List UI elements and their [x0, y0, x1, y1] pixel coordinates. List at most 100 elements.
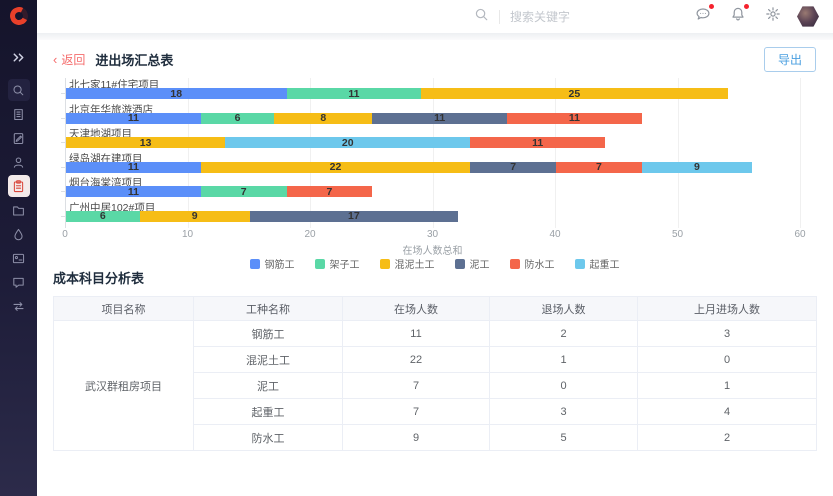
sidebar-item-transfer[interactable]: [8, 295, 30, 317]
table-cell: 4: [638, 399, 817, 425]
table-head: 项目名称工种名称在场人数退场人数上月进场人数: [54, 297, 817, 321]
bar-segment-防水工[interactable]: 11: [507, 113, 642, 124]
bar-segment-泥工[interactable]: 7: [470, 162, 556, 173]
bar-segment-架子工[interactable]: 7: [201, 186, 287, 197]
settings-button[interactable]: [765, 6, 781, 27]
bell-icon: [730, 6, 746, 22]
chart-gridline: [310, 78, 311, 228]
bar-segment-架子工[interactable]: 6: [201, 113, 275, 124]
legend-item-泥工[interactable]: 泥工: [455, 256, 490, 271]
sidebar-item-folder[interactable]: [8, 199, 30, 221]
topbar: [37, 0, 833, 33]
chart-bar: 1122779: [66, 162, 752, 173]
table-cell: 11: [343, 321, 490, 347]
bar-segment-钢筋工[interactable]: 11: [66, 113, 201, 124]
legend-swatch: [250, 259, 260, 269]
chart-category-tick: [61, 191, 65, 192]
bar-segment-泥工[interactable]: 11: [372, 113, 507, 124]
drop-icon: [11, 227, 26, 242]
document-edit-icon: [11, 131, 26, 146]
legend-item-架子工[interactable]: 架子工: [315, 256, 360, 271]
sidebar-item-drop[interactable]: [8, 223, 30, 245]
bar-segment-防水工[interactable]: 11: [470, 137, 605, 148]
sidebar-item-card[interactable]: [8, 247, 30, 269]
user-avatar[interactable]: [797, 6, 819, 28]
messages-button[interactable]: [695, 6, 711, 27]
chart-bar: 132011: [66, 137, 605, 148]
bar-segment-混泥土工[interactable]: 22: [201, 162, 471, 173]
sidebar-item-clipboard[interactable]: [8, 175, 30, 197]
table-header-cell: 退场人数: [490, 297, 638, 321]
x-tick-label: 60: [794, 229, 805, 240]
sidebar-menu: [8, 79, 30, 319]
x-tick-label: 50: [672, 229, 683, 240]
legend-label: 混泥土工: [395, 256, 435, 271]
sidebar-item-user[interactable]: [8, 151, 30, 173]
bar-segment-混泥土工[interactable]: 25: [421, 88, 727, 99]
back-button[interactable]: ‹ 返回: [53, 51, 85, 68]
table-body: 武汉群租房项目钢筋工1123混泥土工2210泥工701起重工734防水工952: [54, 321, 817, 451]
page-header: ‹ 返回 进出场汇总表 导出: [53, 48, 816, 70]
chart-x-axis-label: 在场人数总和: [65, 242, 800, 257]
bar-segment-架子工[interactable]: 6: [66, 211, 140, 222]
x-tick-label: 40: [549, 229, 560, 240]
table-cell: 防水工: [194, 425, 343, 451]
bar-segment-起重工[interactable]: 9: [642, 162, 752, 173]
project-name-cell: 武汉群租房项目: [54, 321, 194, 451]
legend-swatch: [575, 259, 585, 269]
legend-label: 防水工: [525, 256, 555, 271]
table-header-row: 项目名称工种名称在场人数退场人数上月进场人数: [54, 297, 817, 321]
legend-item-起重工[interactable]: 起重工: [575, 256, 620, 271]
message-bubble-icon: [695, 6, 711, 22]
bar-segment-钢筋工[interactable]: 11: [66, 162, 201, 173]
table-cell: 1: [638, 373, 817, 399]
table-header-cell: 项目名称: [54, 297, 194, 321]
chart-legend: 钢筋工 架子工 混泥土工 泥工 防水工 起重工: [53, 256, 816, 271]
notifications-button[interactable]: [730, 6, 746, 27]
topbar-icons: [676, 6, 819, 28]
bar-segment-起重工[interactable]: 20: [225, 137, 470, 148]
legend-label: 泥工: [470, 256, 490, 271]
chevron-left-icon: ‹: [53, 53, 57, 66]
bar-segment-架子工[interactable]: 11: [287, 88, 422, 99]
legend-item-钢筋工[interactable]: 钢筋工: [250, 256, 295, 271]
bar-segment-混泥土工[interactable]: 9: [140, 211, 250, 222]
building-icon: [11, 107, 26, 122]
chart-category-tick: [61, 167, 65, 168]
legend-label: 钢筋工: [265, 256, 295, 271]
legend-swatch: [455, 259, 465, 269]
x-tick-label: 20: [304, 229, 315, 240]
search-input[interactable]: [510, 10, 620, 24]
chat-icon: [11, 275, 26, 290]
table-cell: 0: [490, 373, 638, 399]
bar-segment-防水工[interactable]: 7: [287, 186, 373, 197]
bar-segment-钢筋工[interactable]: 11: [66, 186, 201, 197]
legend-item-防水工[interactable]: 防水工: [510, 256, 555, 271]
table-header-cell: 上月进场人数: [638, 297, 817, 321]
sidebar-item-document-edit[interactable]: [8, 127, 30, 149]
bar-segment-防水工[interactable]: 7: [556, 162, 642, 173]
x-tick-label: 10: [182, 229, 193, 240]
sidebar-item-building[interactable]: [8, 103, 30, 125]
table-cell: 混泥土工: [194, 347, 343, 373]
table-cell: 起重工: [194, 399, 343, 425]
sidebar-item-search[interactable]: [8, 79, 30, 101]
chart-category-tick: [61, 118, 65, 119]
bar-segment-混泥土工[interactable]: 8: [274, 113, 372, 124]
bar-segment-钢筋工[interactable]: 18: [66, 88, 287, 99]
chart-bar: 6917: [66, 211, 458, 222]
sidebar-collapse-button[interactable]: [11, 50, 26, 65]
chart-category-tick: [61, 216, 65, 217]
table-cell: 2: [638, 425, 817, 451]
chart-y-axis-line: [65, 78, 66, 228]
legend-item-混泥土工[interactable]: 混泥土工: [380, 256, 435, 271]
chart-bar: 181125: [66, 88, 728, 99]
sidebar-item-chat[interactable]: [8, 271, 30, 293]
bar-segment-泥工[interactable]: 17: [250, 211, 458, 222]
bar-segment-混泥土工[interactable]: 13: [66, 137, 225, 148]
table-header-cell: 在场人数: [343, 297, 490, 321]
table-cell: 钢筋工: [194, 321, 343, 347]
legend-label: 起重工: [590, 256, 620, 271]
user-icon: [11, 155, 26, 170]
export-button[interactable]: 导出: [764, 47, 816, 72]
